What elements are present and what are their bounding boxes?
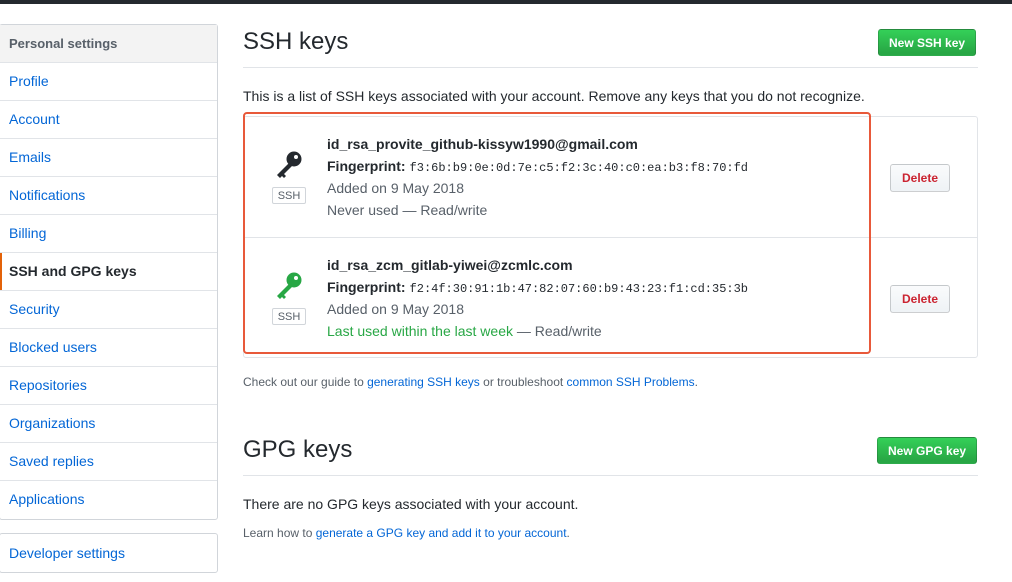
key-usage: Never used — Read/write (327, 202, 487, 218)
key-fingerprint: Fingerprint: f2:4f:30:91:1b:47:82:07:60:b… (327, 279, 748, 296)
ssh-help-text: Check out our guide to generating SSH ke… (243, 375, 698, 389)
gpg-help-text: Learn how to generate a GPG key and add … (243, 526, 570, 540)
common-ssh-problems-link[interactable]: common SSH Problems (567, 375, 695, 389)
sidebar-item-billing[interactable]: Billing (0, 215, 217, 253)
delete-key-button[interactable]: Delete (890, 285, 950, 313)
sidebar-item-notifications[interactable]: Notifications (0, 177, 217, 215)
key-access: — Read/write (398, 202, 488, 218)
fingerprint-label: Fingerprint: (327, 158, 406, 174)
ssh-divider (243, 67, 978, 68)
key-title: id_rsa_zcm_gitlab-yiwei@zcmlc.com (327, 257, 573, 273)
generate-gpg-key-link[interactable]: generate a GPG key and add it to your ac… (316, 526, 567, 540)
delete-key-button[interactable]: Delete (890, 164, 950, 192)
sidebar-item-developer-settings[interactable]: Developer settings (0, 534, 217, 572)
key-usage: Last used within the last week — Read/wr… (327, 323, 602, 339)
sidebar-item-emails[interactable]: Emails (0, 139, 217, 177)
gpg-divider (243, 475, 978, 476)
sidebar-item-account[interactable]: Account (0, 101, 217, 139)
help-suffix: . (694, 375, 698, 389)
fingerprint-value: f2:4f:30:91:1b:47:82:07:60:b9:43:23:f1:c… (409, 282, 749, 296)
settings-sidebar: Personal settings Profile Account Emails… (0, 24, 218, 520)
gpg-keys-title: GPG keys (243, 436, 353, 463)
sidebar-item-profile[interactable]: Profile (0, 63, 217, 101)
ssh-key-row: SSH id_rsa_zcm_gitlab-yiwei@zcmlc.com Fi… (244, 238, 977, 358)
key-icon (277, 272, 302, 299)
ssh-keys-title: SSH keys (243, 28, 349, 55)
generating-ssh-keys-link[interactable]: generating SSH keys (367, 375, 480, 389)
sidebar-item-organizations[interactable]: Organizations (0, 405, 217, 443)
help-prefix: Check out our guide to (243, 375, 368, 389)
gpg-empty-message: There are no GPG keys associated with yo… (243, 496, 579, 512)
sidebar-item-saved-replies[interactable]: Saved replies (0, 443, 217, 481)
fingerprint-label: Fingerprint: (327, 279, 406, 295)
key-title: id_rsa_provite_github-kissyw1990@gmail.c… (327, 136, 638, 152)
sidebar-header: Personal settings (0, 25, 217, 63)
help-middle: or troubleshoot (479, 375, 567, 389)
new-gpg-key-button[interactable]: New GPG key (877, 437, 978, 464)
sidebar-item-applications[interactable]: Applications (0, 481, 217, 519)
sidebar-item-repositories[interactable]: Repositories (0, 367, 217, 405)
ssh-key-row: SSH id_rsa_provite_github-kissyw1990@gma… (244, 117, 977, 238)
sidebar-item-security[interactable]: Security (0, 291, 217, 329)
key-last-used: Last used within the last week (327, 323, 513, 339)
key-fingerprint: Fingerprint: f3:6b:b9:0e:0d:7e:c5:f2:3c:4… (327, 158, 748, 175)
help-prefix: Learn how to (243, 526, 316, 540)
new-ssh-key-button[interactable]: New SSH key (878, 29, 977, 56)
key-added-date: Added on 9 May 2018 (327, 180, 464, 196)
key-icon (277, 151, 302, 178)
ssh-keys-list: SSH id_rsa_provite_github-kissyw1990@gma… (243, 116, 978, 358)
sidebar-item-ssh-gpg-keys[interactable]: SSH and GPG keys (0, 253, 217, 291)
ssh-badge: SSH (271, 308, 307, 325)
developer-sidebar: Developer settings (0, 533, 218, 573)
key-access: — Read/write (513, 323, 602, 339)
key-last-used: Never used (327, 202, 399, 218)
fingerprint-value: f3:6b:b9:0e:0d:7e:c5:f2:3c:40:c0:ea:b3:f… (409, 161, 749, 175)
top-bar (0, 0, 1012, 4)
key-added-date: Added on 9 May 2018 (327, 301, 464, 317)
ssh-description: This is a list of SSH keys associated wi… (243, 88, 865, 104)
help-suffix: . (566, 526, 570, 540)
sidebar-item-blocked-users[interactable]: Blocked users (0, 329, 217, 367)
ssh-badge: SSH (271, 187, 307, 204)
